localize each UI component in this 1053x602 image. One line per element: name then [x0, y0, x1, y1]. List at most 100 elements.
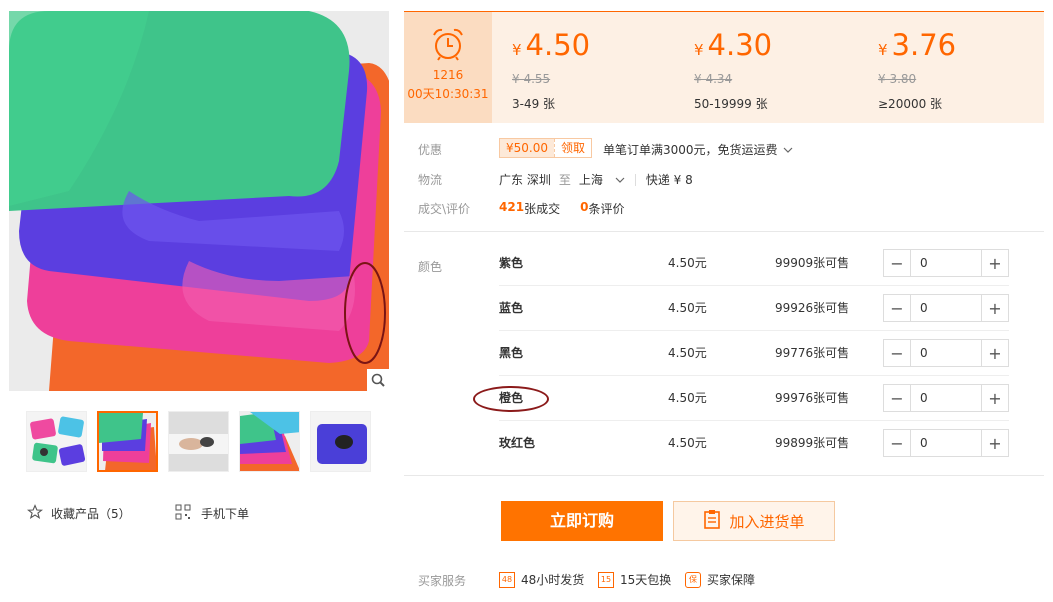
tier-quantity: 3-49 张 — [512, 97, 556, 111]
favorite-button[interactable]: 收藏产品（5） — [26, 504, 131, 523]
tier-old-price: ¥ 4.55 — [512, 72, 551, 86]
sku-row: 黑色 4.50元 99776张可售 − 0 + — [499, 331, 1009, 376]
price-panel: 1216 00天10:30:31 ¥4.50 ¥ 4.55 3-49 张 ¥4.… — [404, 11, 1044, 123]
thumbnail-4[interactable] — [239, 411, 300, 472]
tier-old-price: ¥ 3.80 — [878, 72, 917, 86]
minus-button[interactable]: − — [884, 295, 910, 321]
minus-button[interactable]: − — [884, 385, 910, 411]
review-count-text: 条评价 — [588, 202, 625, 216]
service-label: 买家保障 — [707, 573, 756, 587]
color-label: 颜色 — [418, 260, 443, 274]
service-item[interactable]: 15 15天包换 — [598, 571, 671, 588]
divider — [404, 475, 1044, 476]
service-label: 15天包换 — [620, 573, 672, 587]
sku-stock: 99926张可售 — [775, 301, 850, 315]
zoom-icon[interactable] — [367, 369, 389, 391]
price-tier-2: ¥4.30 ¥ 4.34 50-19999 张 — [694, 30, 772, 112]
divider — [634, 173, 636, 186]
alarm-clock-icon — [430, 26, 466, 62]
quantity-input[interactable]: 0 — [910, 385, 982, 411]
add-to-cart-button[interactable]: 加入进货单 — [673, 501, 835, 541]
tier-price: 4.50 — [525, 28, 591, 62]
star-icon — [26, 504, 44, 523]
plus-button[interactable]: + — [982, 385, 1008, 411]
sku-name: 蓝色 — [499, 301, 524, 315]
ship-to-select[interactable]: 上海 — [579, 171, 625, 188]
quantity-input[interactable]: 0 — [910, 250, 982, 276]
sku-row: 紫色 4.50元 99909张可售 − 0 + — [499, 241, 1009, 286]
logistics-row: 广东 深圳 至 上海 快递 ¥ 8 — [499, 171, 693, 188]
sku-stock: 99909张可售 — [775, 256, 850, 270]
divider — [404, 231, 1044, 232]
currency-symbol: ¥ — [512, 41, 522, 59]
tier-quantity: 50-19999 张 — [694, 97, 768, 111]
countdown-date: 1216 — [432, 68, 464, 82]
sku-row: 蓝色 4.50元 99926张可售 − 0 + — [499, 286, 1009, 331]
logistics-label: 物流 — [418, 173, 443, 187]
plus-button[interactable]: + — [982, 430, 1008, 456]
to-word: 至 — [558, 173, 571, 187]
thumbnail-2[interactable] — [97, 411, 158, 472]
sku-row: 橙色 4.50元 99976张可售 − 0 + — [499, 376, 1009, 421]
service-label: 48小时发货 — [521, 573, 585, 587]
review-count: 0 — [580, 200, 589, 214]
coupon[interactable]: ¥50.00 领取 — [499, 138, 593, 158]
service-item[interactable]: 48 48小时发货 — [499, 571, 584, 588]
product-main-image[interactable] — [9, 11, 389, 391]
mobile-order-label: 手机下单 — [201, 507, 250, 521]
quantity-input[interactable]: 0 — [910, 340, 982, 366]
coupon-claim-button[interactable]: 领取 — [554, 139, 591, 157]
sku-name: 紫色 — [499, 256, 524, 270]
price-tier-1: ¥4.50 ¥ 4.55 3-49 张 — [512, 30, 590, 112]
ship-from: 广东 深圳 — [499, 173, 551, 187]
tier-price: 3.76 — [891, 28, 957, 62]
plus-button[interactable]: + — [982, 250, 1008, 276]
quantity-stepper: − 0 + — [883, 294, 1009, 322]
promo-text-dropdown[interactable]: 单笔订单满3000元，免货运运费 — [603, 141, 793, 158]
coupon-amount: ¥50.00 — [500, 139, 554, 157]
sku-price: 4.50元 — [668, 436, 707, 450]
shield-icon: 保 — [685, 571, 701, 588]
product-page: 收藏产品（5） 手机下单 1216 00天10:30:31 ¥4.50 ¥ 4.… — [0, 0, 1053, 602]
deals-row: 421 张成交 0 条评价 — [499, 200, 624, 217]
sku-stock: 99976张可售 — [775, 391, 850, 405]
order-now-button[interactable]: 立即订购 — [501, 501, 663, 541]
tier-price: 4.30 — [707, 28, 773, 62]
minus-button[interactable]: − — [884, 250, 910, 276]
quantity-stepper: − 0 + — [883, 339, 1009, 367]
thumbnail-3[interactable] — [168, 411, 229, 472]
favorite-label: 收藏产品（5） — [51, 507, 131, 521]
thumbnail-1[interactable] — [26, 411, 87, 472]
ship-to: 上海 — [578, 173, 603, 187]
sku-price: 4.50元 — [668, 391, 707, 405]
minus-button[interactable]: − — [884, 340, 910, 366]
service-item[interactable]: 保 买家保障 — [685, 571, 755, 588]
plus-button[interactable]: + — [982, 340, 1008, 366]
highlight-circle — [473, 386, 549, 412]
sku-name: 黑色 — [499, 346, 524, 360]
currency-symbol: ¥ — [878, 41, 888, 59]
mobile-order-button[interactable]: 手机下单 — [175, 504, 249, 523]
thumbnail-5[interactable] — [310, 411, 371, 472]
tier-quantity: ≥20000 张 — [878, 97, 943, 111]
sku-row: 玫红色 4.50元 99899张可售 − 0 + — [499, 421, 1009, 466]
add-to-cart-label: 加入进货单 — [729, 512, 805, 531]
currency-symbol: ¥ — [694, 41, 704, 59]
deal-count: 421 — [499, 200, 525, 214]
services-label: 买家服务 — [418, 574, 467, 588]
sku-stock: 99899张可售 — [775, 436, 850, 450]
sku-price: 4.50元 — [668, 301, 707, 315]
countdown-time: 00天10:30:31 — [407, 87, 489, 101]
promo-label: 优惠 — [418, 143, 443, 157]
express-fee: 快递 ¥ 8 — [645, 173, 693, 187]
clipboard-icon — [703, 509, 721, 533]
15day-icon: 15 — [598, 571, 614, 588]
minus-button[interactable]: − — [884, 430, 910, 456]
plus-button[interactable]: + — [982, 295, 1008, 321]
tier-old-price: ¥ 4.34 — [694, 72, 733, 86]
quantity-input[interactable]: 0 — [910, 430, 982, 456]
quantity-input[interactable]: 0 — [910, 295, 982, 321]
highlight-ellipse — [344, 262, 386, 364]
price-tier-3: ¥3.76 ¥ 3.80 ≥20000 张 — [878, 30, 956, 112]
qr-code-icon — [175, 504, 191, 523]
